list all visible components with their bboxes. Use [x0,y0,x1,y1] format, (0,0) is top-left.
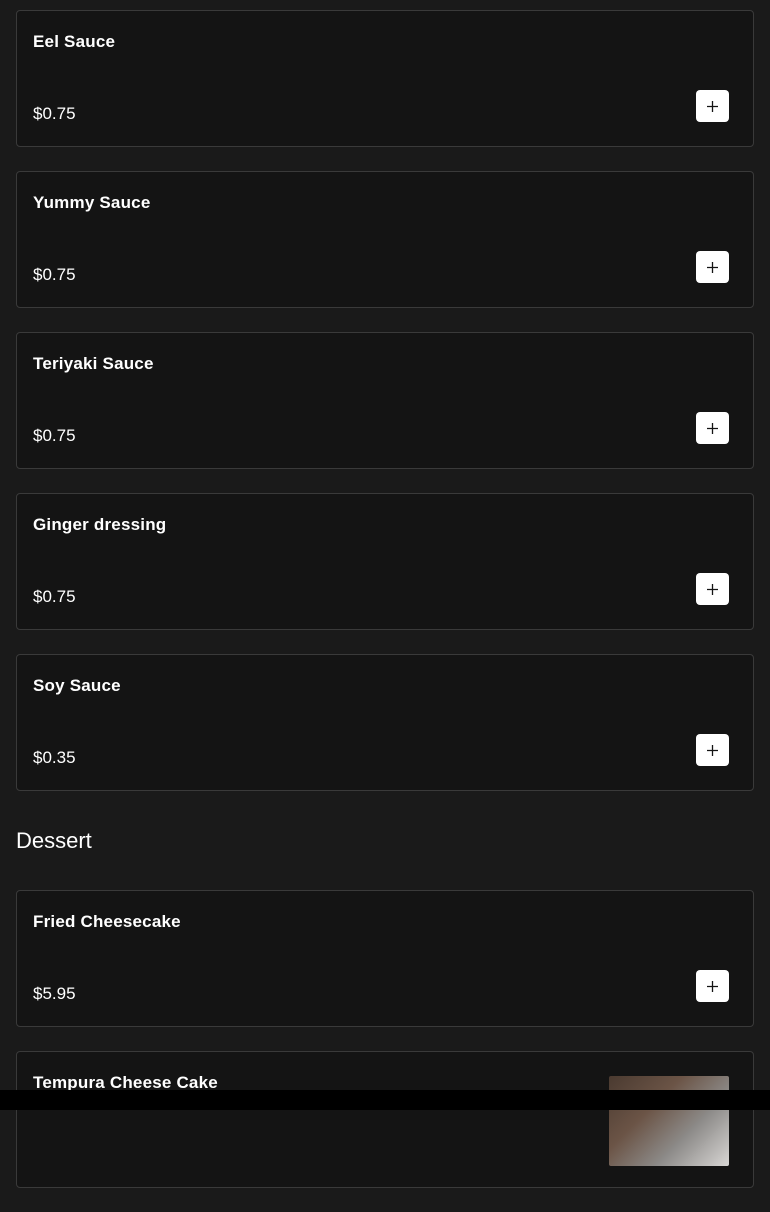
menu-item-card[interactable]: Yummy Sauce $0.75 [16,171,754,308]
section-title-dessert: Dessert [16,828,92,853]
item-price: $0.75 [33,265,76,284]
item-price: $0.75 [33,587,76,606]
add-to-cart-button[interactable] [696,412,729,444]
item-name: Yummy Sauce [33,193,151,212]
item-name: Soy Sauce [33,676,121,695]
add-to-cart-button[interactable] [696,90,729,122]
add-to-cart-button[interactable] [696,251,729,283]
menu-item-card[interactable]: Teriyaki Sauce $0.75 [16,332,754,469]
plus-icon [707,100,718,112]
plus-icon [707,583,718,595]
menu-item-card[interactable]: Fried Cheesecake $5.95 [16,890,754,1027]
menu-item-card[interactable]: Soy Sauce $0.35 [16,654,754,791]
item-name: Fried Cheesecake [33,912,181,931]
sauces-list: Eel Sauce $0.75 Yummy Sauce $0.75 Teriya… [16,10,754,815]
menu-item-card[interactable]: Tempura Cheese Cake [16,1051,754,1188]
item-price: $0.75 [33,426,76,445]
plus-icon [707,261,718,273]
item-price: $0.35 [33,748,76,767]
item-name: Ginger dressing [33,515,167,534]
menu-item-card[interactable]: Ginger dressing $0.75 [16,493,754,630]
plus-icon [707,980,718,992]
dessert-list: Fried Cheesecake $5.95 Tempura Cheese Ca… [16,890,754,1212]
add-to-cart-button[interactable] [696,970,729,1002]
add-to-cart-button[interactable] [696,734,729,766]
menu-item-card[interactable]: Eel Sauce $0.75 [16,10,754,147]
add-to-cart-button[interactable] [696,573,729,605]
plus-icon [707,422,718,434]
item-name: Teriyaki Sauce [33,354,154,373]
item-price: $5.95 [33,984,76,1003]
item-name: Eel Sauce [33,32,116,51]
item-price: $0.75 [33,104,76,123]
bottom-bar [0,1090,770,1110]
plus-icon [707,744,718,756]
